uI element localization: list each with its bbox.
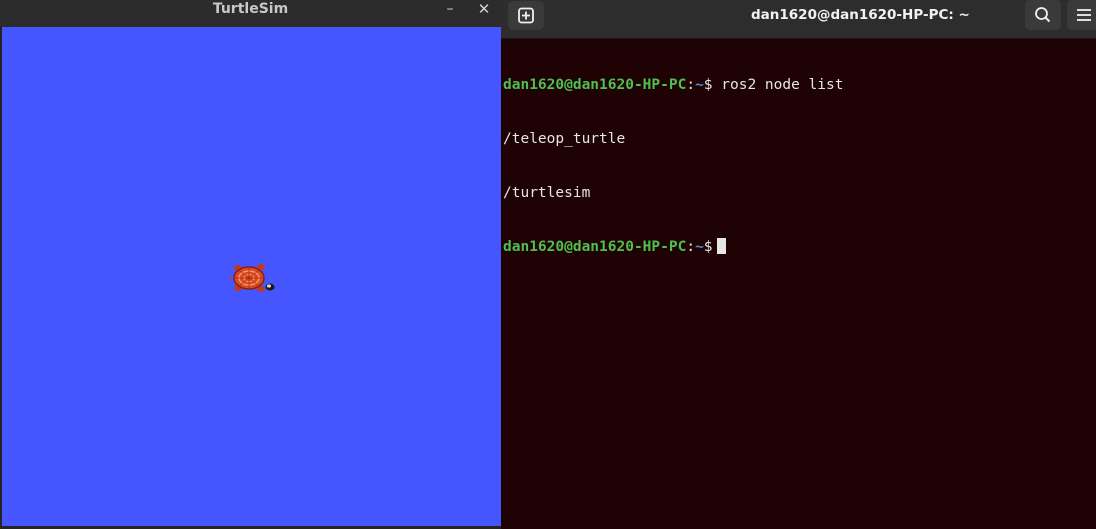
prompt-path: ~	[695, 77, 704, 93]
command-text: ros2 node list	[712, 77, 844, 93]
turtlesim-canvas	[2, 27, 501, 526]
new-tab-icon	[518, 7, 534, 24]
prompt-separator: :	[686, 239, 696, 255]
turtle-icon	[228, 264, 275, 292]
turtlesim-titlebar[interactable]: TurtleSim – ✕	[0, 0, 501, 28]
terminal-window: dan1620@dan1620-HP-PC: ~ dan1620@dan1620…	[501, 0, 1096, 529]
prompt-symbol: $	[703, 239, 713, 255]
turtlesim-title: TurtleSim	[212, 1, 289, 17]
terminal-command-line: dan1620@dan1620-HP-PC:~$ ros2 node list	[503, 76, 1093, 94]
terminal-title: dan1620@dan1620-HP-PC: ~	[751, 7, 970, 23]
prompt-user-host: dan1620@dan1620-HP-PC	[503, 239, 687, 255]
hamburger-menu-icon	[1077, 9, 1091, 21]
new-tab-button[interactable]	[508, 1, 544, 30]
search-button[interactable]	[1025, 0, 1061, 30]
menu-button[interactable]	[1067, 0, 1096, 30]
turtlesim-window: TurtleSim – ✕	[0, 0, 501, 529]
search-icon	[1035, 7, 1051, 23]
terminal-headerbar[interactable]: dan1620@dan1620-HP-PC: ~	[501, 0, 1096, 39]
minimize-icon: –	[446, 1, 454, 17]
prompt-separator: :	[686, 77, 696, 93]
terminal-output-line: /turtlesim	[503, 185, 591, 201]
prompt-path: ~	[695, 239, 704, 255]
close-button[interactable]: ✕	[473, 0, 495, 19]
terminal-output[interactable]: dan1620@dan1620-HP-PC:~$ ros2 node list …	[503, 40, 1093, 292]
close-icon: ✕	[477, 0, 491, 18]
minimize-button[interactable]: –	[439, 0, 461, 19]
prompt-user-host: dan1620@dan1620-HP-PC	[503, 77, 687, 93]
prompt-symbol: $	[703, 77, 713, 93]
text-cursor	[716, 238, 726, 254]
terminal-output-line: /teleop_turtle	[503, 131, 626, 147]
terminal-prompt-line[interactable]: dan1620@dan1620-HP-PC:~$	[503, 238, 1093, 256]
